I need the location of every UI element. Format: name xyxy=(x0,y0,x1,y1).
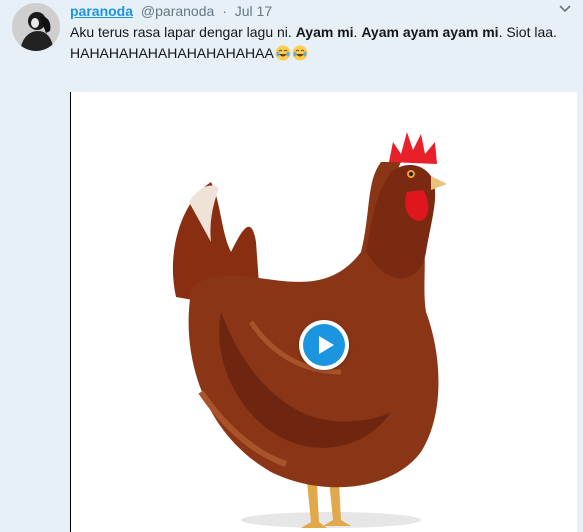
tweet-text: Aku terus rasa lapar dengar lagu ni. Aya… xyxy=(70,22,570,64)
tweet-text-intro: Aku terus rasa lapar dengar lagu ni. xyxy=(70,24,296,40)
chevron-down-icon[interactable] xyxy=(557,1,573,17)
play-icon xyxy=(319,336,334,354)
tweet-text-bold-1: Ayam mi xyxy=(295,24,354,40)
user-handle[interactable]: @paranoda xyxy=(141,3,214,19)
tweet-timestamp[interactable]: Jul 17 xyxy=(235,3,272,19)
video-player[interactable] xyxy=(70,92,577,532)
play-button[interactable] xyxy=(299,320,349,370)
tweet-text-bold-2: Ayam ayam ayam mi xyxy=(361,24,499,40)
avatar-image xyxy=(12,3,60,51)
tweet-text-tail: . Siot laa. xyxy=(498,24,557,40)
chicken-image xyxy=(172,132,447,528)
tweet-header: paranoda @paranoda · Jul 17 xyxy=(70,1,553,21)
play-button-inner xyxy=(303,324,345,366)
separator-dot: · xyxy=(222,3,227,19)
display-name[interactable]: paranoda xyxy=(70,3,133,19)
avatar[interactable] xyxy=(12,3,60,51)
face-with-tears-of-joy-icon xyxy=(275,45,291,61)
face-with-tears-of-joy-icon xyxy=(292,45,308,61)
tweet-text-laugh: HAHAHAHAHAHAHAHAHAHAA xyxy=(70,45,274,61)
